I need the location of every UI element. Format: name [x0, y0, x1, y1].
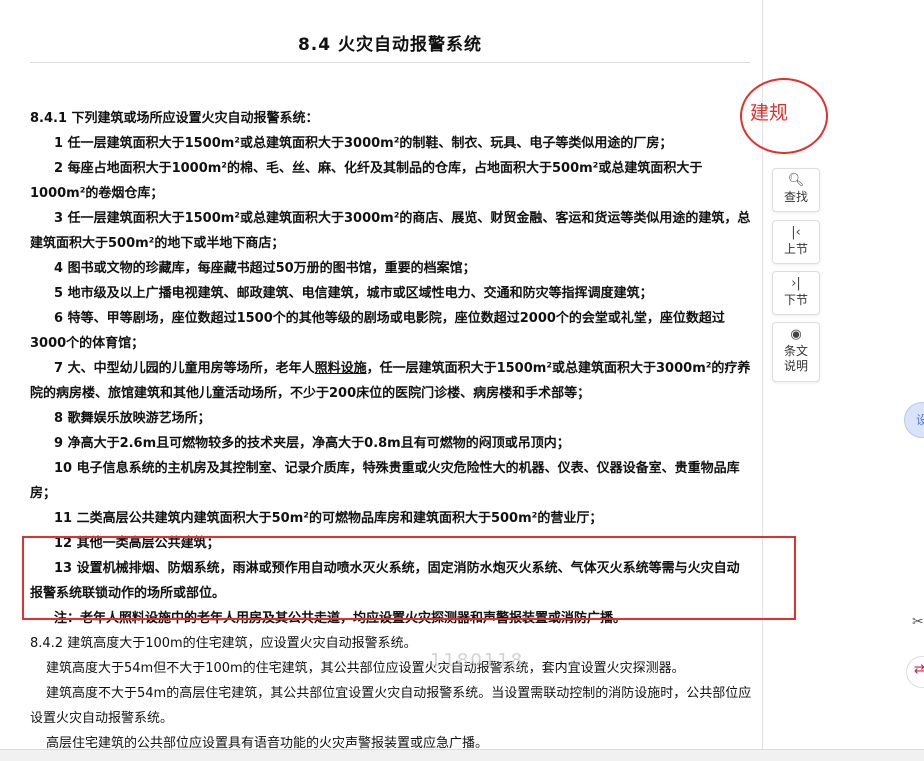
prev-section-button[interactable]: |‹ 上节 [772, 220, 820, 264]
clause-841-item-4: 4 图书或文物的珍藏库，每座藏书超过50万册的图书馆，重要的档案馆； [54, 261, 476, 276]
document-body: 8.4.1 下列建筑或场所应设置火灾自动报警系统： 1 任一层建筑面积大于150… [30, 106, 752, 756]
edge-tool-icon[interactable]: ✂ [912, 614, 924, 630]
side-floating-label: 设 [916, 413, 924, 427]
prev-section-label: 上节 [783, 242, 808, 256]
clause-841-item-9: 9 净高大于2.6m且可燃物较多的技术夹层，净高大于0.8m且有可燃物的闷顶或吊… [54, 436, 570, 451]
clause-841-item-5: 5 地市级及以上广播电视建筑、邮政建筑、电信建筑，城市或区域性电力、交通和防灾等… [54, 286, 653, 301]
clause-841-item-2: 2 每座占地面积大于1000m²的棉、毛、丝、麻、化纤及其制品的仓库，占地面积大… [30, 161, 703, 201]
document-page: 8.4 火灾自动报警系统 8.4.1 下列建筑或场所应设置火灾自动报警系统： 1… [0, 0, 763, 760]
skip-next-icon: ›| [791, 276, 801, 291]
clause-841-item-1: 1 任一层建筑面积大于1500m²或总建筑面积大于3000m²的制鞋、制衣、玩具… [54, 136, 673, 151]
care-facility-link[interactable]: 照料设施 [315, 361, 367, 376]
edge-share-button[interactable]: ⇄ [906, 656, 924, 688]
clause-841-item-7: 7 大、中型幼儿园的儿童用房等场所，老年人照料设施，任一层建筑面积大于1500m… [30, 356, 752, 406]
clause-842-intro: 8.4.2 建筑高度大于100m的住宅建筑，应设置火灾自动报警系统。 [30, 636, 417, 651]
next-section-button[interactable]: ›| 下节 [772, 271, 820, 315]
side-floating-button[interactable]: 设 [904, 402, 924, 438]
search-button[interactable]: 🔍︎ 查找 [772, 168, 820, 212]
clause-841-intro: 8.4.1 下列建筑或场所应设置火灾自动报警系统： [30, 111, 319, 126]
skip-previous-icon: |‹ [791, 225, 801, 240]
clause-842-para-1: 建筑高度大于54m但不大于100m的住宅建筑，其公共部位应设置火灾自动报警系统，… [46, 661, 685, 676]
clause-841-item-8: 8 歌舞娱乐放映游艺场所； [54, 411, 211, 426]
clause-841-item-11: 11 二类高层公共建筑内建筑面积大于50m²的可燃物品库房和建筑面积大于500m… [54, 511, 603, 526]
eye-icon: ◉ [790, 327, 802, 342]
explanation-button[interactable]: ◉ 条文说明 [772, 322, 820, 382]
clause-841-item-10: 10 电子信息系统的主机房及其控制室、记录介质库，特殊贵重或火灾危险性大的机器、… [30, 461, 740, 501]
search-icon: 🔍︎ [787, 173, 805, 188]
explanation-label: 条文说明 [783, 344, 808, 373]
clause-841-item-3: 3 任一层建筑面积大于1500m²或总建筑面积大于3000m²的商店、展览、财贸… [30, 211, 751, 251]
next-section-label: 下节 [783, 293, 808, 307]
title-divider [30, 62, 750, 63]
horizontal-scrollbar[interactable] [0, 749, 924, 761]
clause-841-item-6: 6 特等、甲等剧场，座位数超过1500个的其他等级的剧场或电影院，座位数超过20… [30, 311, 725, 351]
section-title: 8.4 火灾自动报警系统 [297, 35, 483, 55]
watermark: 1180118 [430, 650, 525, 671]
highlight-box [22, 536, 796, 620]
search-label: 查找 [783, 190, 808, 204]
clause-842-para-2: 建筑高度不大于54m的高层住宅建筑，其公共部位宜设置火灾自动报警系统。当设置需联… [30, 686, 752, 726]
share-icon: ⇄ [914, 662, 924, 677]
stamp-label: 建规 [750, 102, 789, 124]
item-7-text-a: 7 大、中型幼儿园的儿童用房等场所，老年人 [54, 361, 315, 376]
